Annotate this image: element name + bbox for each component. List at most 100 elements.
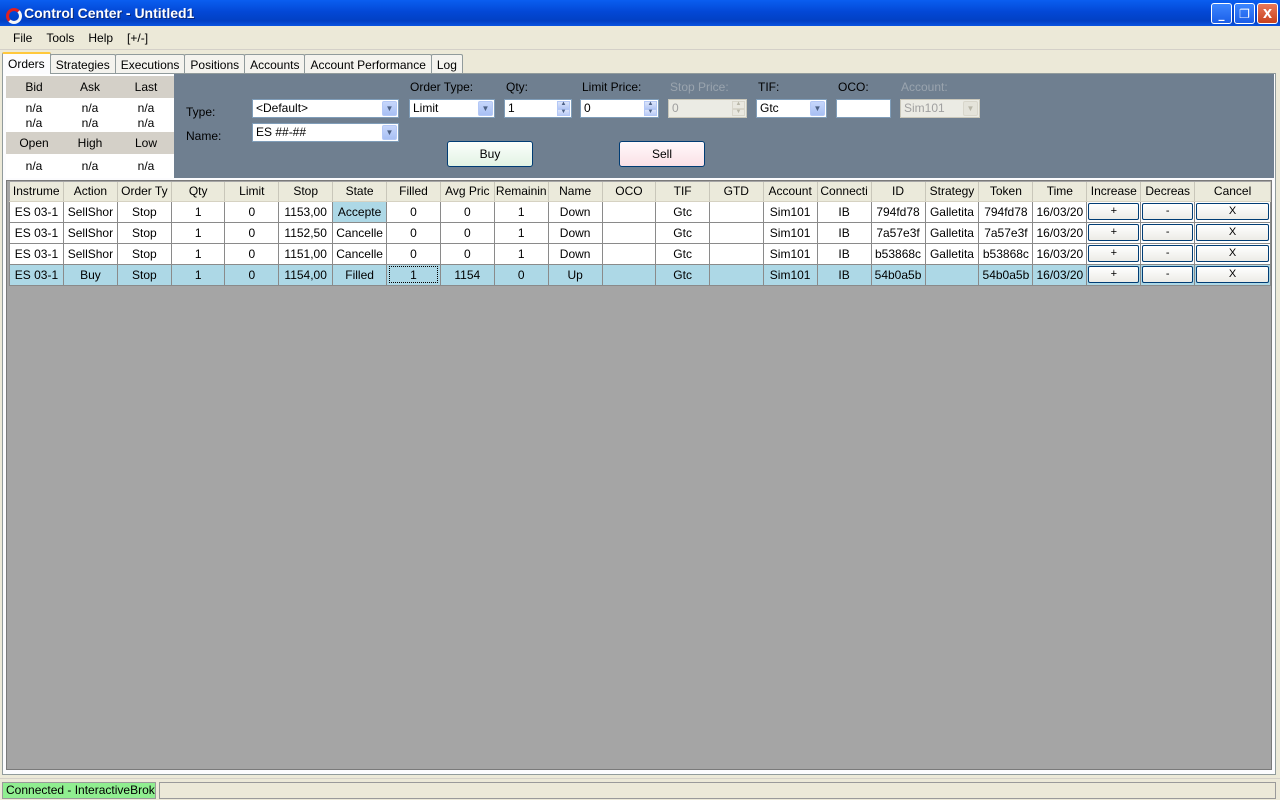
maximize-button[interactable]: ❐ [1234, 3, 1255, 24]
table-cell[interactable]: IB [816, 221, 872, 244]
tab-orders[interactable]: Orders [2, 52, 51, 74]
table-cell[interactable]: Up [547, 263, 603, 286]
table-cell[interactable]: 0 [386, 200, 441, 223]
increase-button[interactable]: + [1088, 203, 1140, 220]
spin-down-icon[interactable]: ▼ [644, 108, 657, 116]
table-cell[interactable]: Stop [116, 242, 172, 265]
table-cell[interactable]: 1 [493, 200, 549, 223]
table-cell[interactable]: 16/03/20 [1032, 242, 1088, 265]
decrease-button[interactable]: - [1142, 224, 1194, 241]
chevron-down-icon[interactable]: ▼ [382, 125, 397, 140]
column-header[interactable]: Filled [386, 182, 441, 202]
table-cell[interactable]: 794fd78 [978, 200, 1034, 223]
table-cell[interactable] [708, 263, 764, 286]
table-cell[interactable] [924, 263, 980, 286]
increase-button[interactable]: + [1088, 245, 1140, 262]
column-header[interactable]: Token [978, 182, 1034, 202]
spin-down-icon[interactable]: ▼ [557, 108, 570, 116]
table-cell[interactable]: Gtc [655, 263, 710, 286]
minimize-button[interactable]: _ [1211, 3, 1232, 24]
qty-spin[interactable]: ▲ ▼ [557, 101, 570, 116]
table-cell[interactable]: 1 [170, 242, 226, 265]
tab-log[interactable]: Log [430, 54, 463, 74]
column-header[interactable]: Name [548, 182, 603, 202]
table-cell[interactable]: Cancelle [332, 242, 388, 265]
table-cell[interactable]: 0 [386, 221, 441, 244]
grid-button-cell[interactable]: - [1140, 200, 1196, 223]
table-cell[interactable]: Gtc [655, 221, 710, 244]
table-cell[interactable]: Stop [116, 263, 172, 286]
column-header[interactable]: Instrume [9, 182, 64, 202]
table-cell[interactable]: ES 03-1 [9, 263, 64, 286]
menu-tools[interactable]: Tools [39, 31, 81, 45]
column-header[interactable]: Avg Pric [440, 182, 495, 202]
spin-up-icon[interactable]: ▲ [557, 101, 570, 109]
column-header[interactable]: GTD [709, 182, 764, 202]
table-cell[interactable]: 1 [170, 263, 226, 286]
grid-button-cell[interactable]: + [1086, 221, 1142, 244]
table-cell[interactable]: 0 [224, 200, 280, 223]
increase-button[interactable]: + [1088, 224, 1140, 241]
table-cell[interactable]: 1154,00 [278, 263, 334, 286]
table-cell[interactable]: 1152,50 [278, 221, 334, 244]
table-cell[interactable]: 0 [224, 263, 280, 286]
table-row[interactable]: ES 03-1 SellShor Stop 1 0 1151,00 Cancelle 0 0 1 D… [9, 242, 1271, 265]
sell-button[interactable]: Sell [619, 141, 705, 167]
table-cell[interactable]: SellShor [62, 221, 118, 244]
column-header[interactable]: Time [1032, 182, 1088, 202]
table-cell[interactable]: 0 [224, 242, 280, 265]
column-header[interactable]: Cancel [1194, 182, 1271, 202]
column-header[interactable]: Decreas [1140, 182, 1196, 202]
table-cell[interactable]: Down [547, 221, 603, 244]
table-cell[interactable]: Sim101 [762, 221, 818, 244]
table-cell[interactable]: 794fd78 [870, 200, 926, 223]
table-row[interactable]: ES 03-1 SellShor Stop 1 0 1153,00 Accepte 0 0 1 Do… [9, 200, 1271, 223]
qty-stepper[interactable]: 1 ▲ ▼ [504, 99, 572, 118]
grid-button-cell[interactable]: X [1194, 200, 1271, 223]
oco-input[interactable] [836, 99, 891, 118]
table-cell[interactable]: Stop [116, 200, 172, 223]
column-header[interactable]: State [332, 182, 388, 202]
table-cell[interactable] [708, 200, 764, 223]
column-header[interactable]: Connecti [817, 182, 872, 202]
table-cell[interactable]: 0 [493, 263, 549, 286]
menu-file[interactable]: File [6, 31, 39, 45]
table-row[interactable]: ES 03-1 Buy Stop 1 0 1154,00 Filled 1 1154 0 Up Gtc… [9, 263, 1271, 286]
table-cell[interactable]: Stop [116, 221, 172, 244]
table-cell[interactable]: Sim101 [762, 242, 818, 265]
table-cell[interactable]: 16/03/20 [1032, 263, 1088, 286]
grid-button-cell[interactable]: + [1086, 200, 1142, 223]
decrease-button[interactable]: - [1142, 266, 1194, 283]
app-icon[interactable] [4, 5, 22, 24]
name-select[interactable]: ES ##-## ▼ [252, 123, 399, 142]
table-cell[interactable]: 1151,00 [278, 242, 334, 265]
table-cell[interactable]: IB [816, 200, 872, 223]
limit-price-stepper[interactable]: 0 ▲ ▼ [580, 99, 659, 118]
type-select[interactable]: <Default> ▼ [252, 99, 399, 118]
chevron-down-icon[interactable]: ▼ [478, 101, 493, 116]
grid-button-cell[interactable]: X [1194, 263, 1271, 286]
table-cell[interactable]: 1 [493, 242, 549, 265]
column-header[interactable]: TIF [655, 182, 710, 202]
column-header[interactable]: Strategy [925, 182, 980, 202]
column-header[interactable]: Order Ty [117, 182, 172, 202]
table-cell[interactable]: 7a57e3f [978, 221, 1034, 244]
table-cell[interactable]: Galletita [924, 200, 980, 223]
decrease-button[interactable]: - [1142, 203, 1194, 220]
buy-button[interactable]: Buy [447, 141, 533, 167]
column-header[interactable]: Action [63, 182, 118, 202]
table-cell[interactable] [708, 242, 764, 265]
table-cell[interactable]: 1154 [439, 263, 495, 286]
increase-button[interactable]: + [1088, 266, 1140, 283]
close-button[interactable]: X [1257, 3, 1278, 24]
column-header[interactable]: Increase [1086, 182, 1142, 202]
table-cell[interactable]: 0 [224, 221, 280, 244]
table-cell[interactable] [601, 200, 657, 223]
menu-help[interactable]: Help [81, 31, 120, 45]
table-cell[interactable]: 1 [170, 200, 226, 223]
chevron-down-icon[interactable]: ▼ [810, 101, 825, 116]
table-cell[interactable]: Galletita [924, 221, 980, 244]
column-header[interactable]: Limit [224, 182, 280, 202]
column-header[interactable]: Remainin [494, 182, 549, 202]
grid-button-cell[interactable]: + [1086, 263, 1142, 286]
